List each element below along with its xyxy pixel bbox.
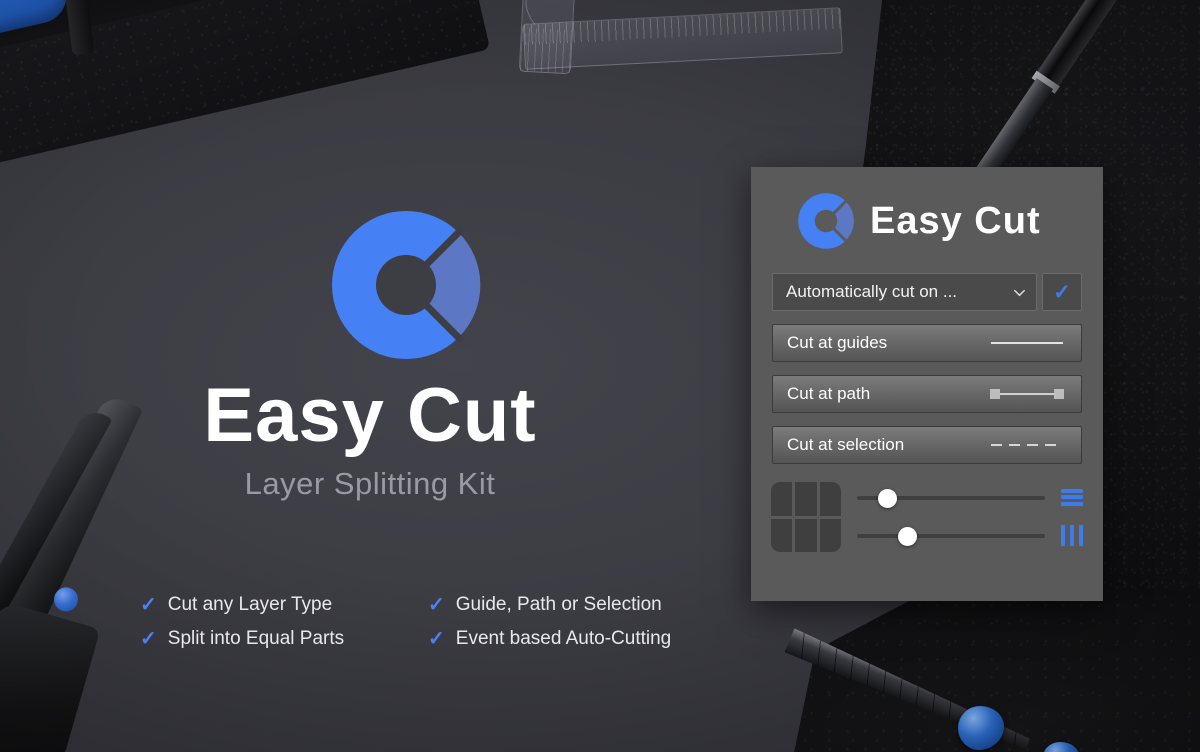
- cut-at-guides-label: Cut at guides: [787, 333, 888, 352]
- feature-label: Split into Equal Parts: [167, 628, 345, 649]
- line: [1079, 524, 1083, 546]
- cut-at-guides-button[interactable]: Cut at guides: [772, 324, 1082, 362]
- slider-track: [857, 534, 1045, 538]
- hero-section: Easy Cut Layer Splitting Kit ✓ Cut any L…: [0, 0, 740, 752]
- horizontal-split-icon[interactable]: [1061, 488, 1083, 506]
- check-icon: ✓: [428, 628, 445, 650]
- check-icon: ✓: [140, 628, 157, 650]
- auto-cut-dropdown[interactable]: Automatically cut on ...: [772, 273, 1037, 311]
- line: [1070, 524, 1074, 546]
- auto-cut-row: Automatically cut on ... ✓: [772, 273, 1082, 311]
- grid-cell: [819, 518, 841, 552]
- easycut-c-logo-icon: [326, 205, 486, 365]
- dashed-line-icon: [991, 444, 1063, 446]
- check-icon: ✓: [428, 594, 445, 616]
- feature-item: ✓ Split into Equal Parts: [140, 622, 412, 656]
- screenshot-root: Easy Cut Layer Splitting Kit ✓ Cut any L…: [0, 0, 1200, 752]
- easycut-plugin-panel: Easy Cut Automatically cut on ... ✓ Cut …: [751, 167, 1103, 601]
- feature-item: ✓ Cut any Layer Type: [140, 588, 412, 622]
- split-direction-icons: [1061, 488, 1085, 546]
- line: [1061, 488, 1083, 493]
- check-icon: ✓: [140, 594, 157, 616]
- page-title: Easy Cut: [203, 373, 537, 458]
- line: [1061, 495, 1083, 499]
- feature-item: ✓ Event based Auto-Cutting: [428, 622, 700, 656]
- cut-at-selection-label: Cut at selection: [787, 435, 905, 454]
- grid-cell: [795, 482, 817, 516]
- confirm-check-button[interactable]: ✓: [1042, 273, 1082, 311]
- cut-at-path-label: Cut at path: [787, 384, 871, 403]
- grid-cell: [819, 482, 841, 516]
- grid-cell: [771, 518, 793, 552]
- feature-item: ✓ Guide, Path or Selection: [428, 588, 700, 622]
- line: [1061, 501, 1083, 506]
- slider-handle[interactable]: [877, 489, 897, 508]
- chevron-down-icon: [1014, 289, 1025, 296]
- solid-line-icon: [991, 342, 1063, 344]
- cut-at-path-button[interactable]: Cut at path: [772, 375, 1082, 413]
- vertical-split-icon[interactable]: [1061, 524, 1083, 546]
- check-icon: ✓: [1053, 280, 1071, 304]
- split-controls-row: [771, 482, 1085, 552]
- panel-header: Easy Cut: [751, 167, 1103, 251]
- columns-slider[interactable]: [857, 489, 1045, 508]
- line: [1061, 524, 1065, 546]
- path-with-handles-icon: [990, 389, 1064, 399]
- feature-label: Cut any Layer Type: [167, 594, 333, 615]
- grid-cell: [795, 518, 817, 552]
- auto-cut-dropdown-value: Automatically cut on ...: [786, 282, 958, 301]
- cut-at-selection-button[interactable]: Cut at selection: [772, 426, 1082, 464]
- rows-slider[interactable]: [857, 527, 1045, 546]
- grid-3x2-icon[interactable]: [771, 482, 841, 552]
- slider-handle[interactable]: [898, 527, 918, 546]
- feature-label: Event based Auto-Cutting: [455, 628, 672, 649]
- feature-label: Guide, Path or Selection: [455, 594, 662, 615]
- easycut-c-logo-icon: [796, 191, 856, 251]
- panel-title: Easy Cut: [870, 199, 1041, 242]
- slider-group: [853, 489, 1049, 546]
- grid-cell: [771, 482, 793, 516]
- feature-list: ✓ Cut any Layer Type ✓ Guide, Path or Se…: [140, 588, 700, 656]
- page-subtitle: Layer Splitting Kit: [244, 466, 496, 501]
